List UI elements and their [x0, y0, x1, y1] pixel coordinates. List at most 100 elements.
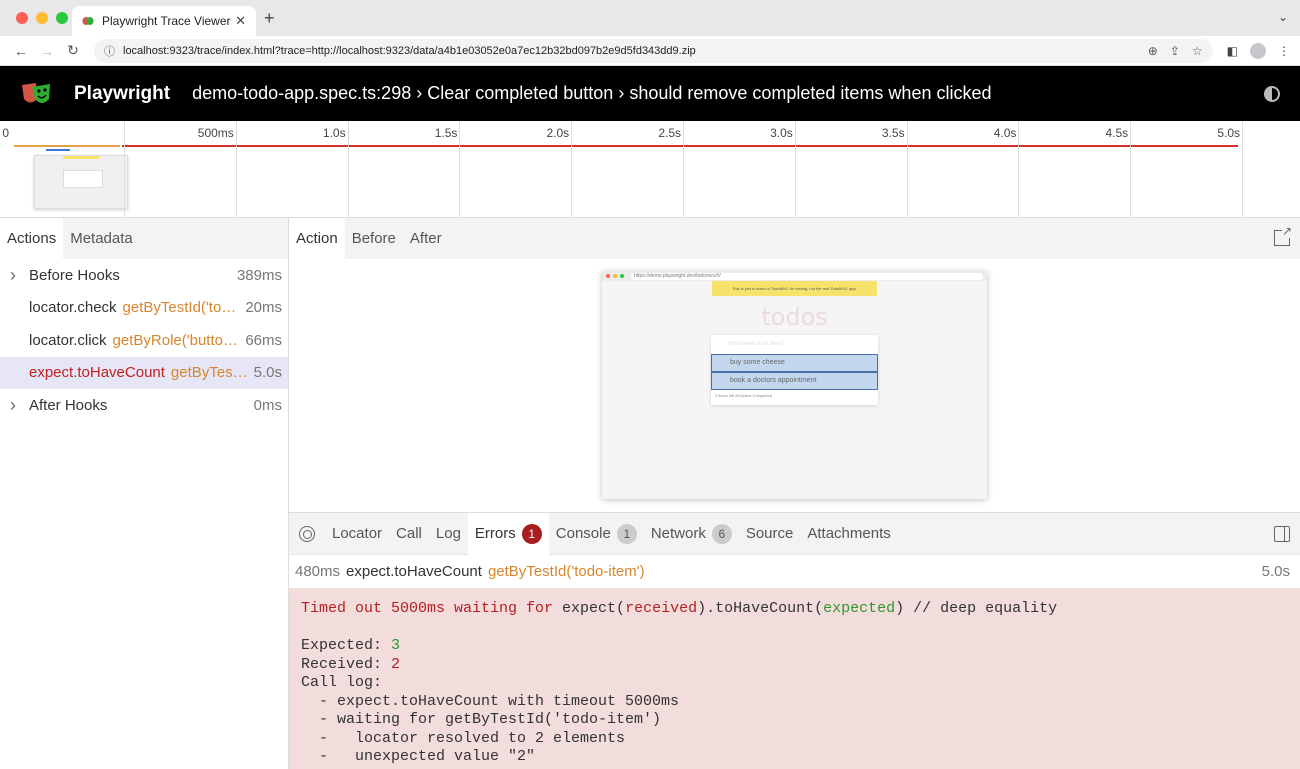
error-msg-received: received — [625, 600, 698, 617]
actions-list: › Before Hooks 389ms locator.check getByTest… — [0, 259, 288, 422]
browser-tab[interactable]: Playwright Trace Viewer ✕ — [72, 6, 256, 36]
test-title: demo-todo-app.spec.ts:298 › Clear comple… — [192, 83, 992, 103]
call-log-line: - locator resolved to 2 elements — [301, 729, 626, 747]
profile-avatar[interactable] — [1250, 42, 1266, 59]
menu-kebab-icon[interactable]: ⋮ — [1278, 44, 1290, 58]
action-row[interactable]: expect.toHaveCount getByTestId('todo-item… — [0, 356, 288, 389]
address-bar-row: ← → ↻ ⓘ localhost:9323/trace/index.html?… — [0, 36, 1300, 66]
network-count-badge: 6 — [711, 523, 732, 544]
error-msg-mid: ).toHaveCount( — [697, 600, 824, 617]
timeline-gridline — [794, 121, 796, 217]
tab-locator[interactable]: Locator — [325, 513, 389, 555]
expected-label: Expected: — [301, 637, 392, 654]
snapshot-todo-item: buy some cheese — [711, 354, 878, 372]
snapshot-heading: todos — [761, 303, 828, 331]
error-action-name: expect.toHaveCount — [346, 563, 482, 580]
tab-search-chevron-icon[interactable]: ⌄ — [1278, 10, 1288, 24]
timeline[interactable]: 0 500ms 1.0s 1.5s 2.0s 2.5s 3.0s 3.5s 4.0s 4.5s 5.… — [0, 121, 1300, 218]
error-msg-suffix: ) // deep equality — [895, 600, 1058, 617]
tab-actions[interactable]: Actions — [0, 218, 64, 259]
error-action-header[interactable]: 480ms expect.toHaveCount getByTestId('to… — [289, 555, 1300, 588]
timeline-tick-label: 3.0s — [770, 126, 793, 140]
detail-tabbar: Locator Call Log Errors 1 Console 1 Networ… — [289, 512, 1300, 555]
tab-network-label: Network — [650, 525, 706, 542]
open-snapshot-in-new-window-icon[interactable] — [1274, 224, 1292, 246]
left-tabbar: Actions Metadata — [0, 218, 288, 259]
tab-after[interactable]: After — [403, 218, 449, 259]
timeline-tick-label: 4.5s — [1105, 126, 1129, 140]
zoom-icon[interactable]: ⊕ — [1148, 44, 1158, 58]
action-row[interactable]: › Before Hooks 389ms — [0, 259, 288, 292]
share-icon[interactable]: ⇪ — [1170, 44, 1180, 58]
close-window-button[interactable] — [16, 12, 28, 24]
forward-button[interactable]: → — [36, 43, 58, 59]
chevron-right-icon[interactable]: › — [10, 265, 29, 286]
minimize-window-button[interactable] — [36, 12, 48, 24]
tab-metadata[interactable]: Metadata — [63, 218, 140, 259]
snapshot-browser-bar: https://demo.playwright.dev/todomvc/#/ — [602, 271, 987, 281]
site-info-icon[interactable]: ⓘ — [104, 43, 115, 59]
side-panel-icon[interactable]: ◧ — [1227, 44, 1238, 58]
window-controls — [16, 12, 68, 24]
errors-count-badge: 1 — [521, 523, 542, 544]
timeline-gridline — [1018, 121, 1020, 217]
theme-toggle-icon[interactable] — [1264, 85, 1280, 102]
timeline-gridline — [683, 121, 684, 217]
tab-errors[interactable]: Errors 1 — [467, 512, 549, 555]
toggle-sidebar-icon[interactable] — [1274, 526, 1290, 542]
timeline-tick-label: 1.5s — [434, 126, 458, 140]
snapshot-todo-footer: 2 items left All Active Completed — [715, 393, 772, 398]
snapshot-new-todo-input: What needs to be done? — [729, 341, 784, 347]
tab-errors-label: Errors — [474, 525, 516, 542]
action-name: After Hooks — [29, 396, 108, 414]
tab-locator-label: Locator — [332, 525, 383, 542]
tab-title: Playwright Trace Viewer — [102, 14, 231, 28]
error-message: Timed out 5000ms waiting for expect(rece… — [289, 588, 1300, 769]
address-bar[interactable]: ⓘ localhost:9323/trace/index.html?trace=… — [94, 38, 1213, 63]
action-row[interactable]: › After Hooks 0ms — [0, 389, 288, 422]
bookmark-star-icon[interactable]: ☆ — [1192, 44, 1203, 58]
tab-log[interactable]: Log — [429, 513, 468, 555]
call-log-label: Call log: — [301, 674, 383, 691]
tab-source[interactable]: Source — [739, 513, 801, 555]
tab-before[interactable]: Before — [345, 218, 403, 259]
snapshot-browser-frame[interactable]: https://demo.playwright.dev/todomvc/#/ T… — [602, 271, 987, 499]
action-duration: 0ms — [253, 396, 282, 414]
action-duration: 66ms — [245, 331, 282, 349]
snapshot-tabbar: Action Before After — [289, 218, 1300, 259]
tab-attachments[interactable]: Attachments — [800, 513, 897, 555]
close-tab-icon[interactable]: ✕ — [235, 13, 246, 29]
playwright-favicon-icon — [82, 17, 94, 25]
action-row[interactable]: locator.click getByRole('button', { name:… — [0, 324, 288, 357]
maximize-window-button[interactable] — [56, 12, 68, 24]
tab-console[interactable]: Console 1 — [549, 513, 644, 555]
tab-call[interactable]: Call — [389, 513, 429, 555]
tab-attachments-label: Attachments — [807, 525, 891, 542]
reload-button[interactable]: ↻ — [62, 42, 84, 59]
timeline-filmstrip-thumbnail[interactable] — [34, 155, 128, 209]
back-button[interactable]: ← — [10, 43, 32, 59]
details-pane: Action Before After https://demo.playwri… — [289, 218, 1300, 769]
action-locator: getByTestId('todo-item') — [170, 364, 248, 382]
timeline-gridline — [124, 121, 125, 217]
timeline-gridline — [906, 121, 908, 217]
call-log-line: - expect.toHaveCount with timeout 5000ms — [301, 692, 680, 710]
action-duration: 20ms — [245, 299, 282, 317]
timeline-action-bar — [46, 149, 70, 151]
timeline-tick-label: 0 — [2, 126, 9, 140]
action-name: expect.toHaveCount — [29, 364, 165, 382]
tab-source-label: Source — [745, 525, 794, 542]
chevron-right-icon[interactable]: › — [10, 395, 29, 416]
url-text: localhost:9323/trace/index.html?trace=ht… — [123, 44, 696, 57]
expected-value: 3 — [391, 637, 401, 654]
pick-locator-target-icon[interactable] — [299, 525, 315, 542]
action-row[interactable]: locator.check getByTestId('toggle-all') 20… — [0, 292, 288, 325]
snapshot-todo-item: book a doctors appointment — [711, 372, 878, 390]
timeline-hooks-bar — [14, 145, 120, 147]
tab-action[interactable]: Action — [289, 218, 345, 259]
tab-network[interactable]: Network 6 — [644, 513, 739, 555]
error-msg-expected: expected — [823, 600, 896, 617]
timeline-gridline — [235, 121, 237, 217]
new-tab-button[interactable]: + — [264, 8, 275, 29]
timeline-gridline — [459, 121, 461, 217]
